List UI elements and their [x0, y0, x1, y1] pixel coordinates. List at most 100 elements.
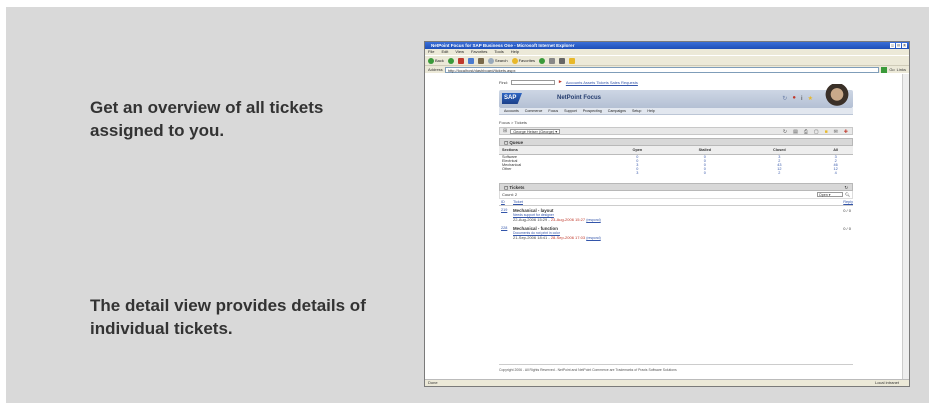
- ticket-dates: 22-Aug-2006 15:29 - 23-Aug-2006 15:27 (r…: [513, 217, 601, 222]
- detail-caption: The detail view provides details of indi…: [90, 296, 366, 338]
- status-select[interactable]: Open ▾: [816, 191, 843, 197]
- queue-table: Sections Open Stalled Closed All Softwar…: [499, 146, 853, 175]
- refresh-icon[interactable]: [467, 57, 474, 64]
- find-input[interactable]: [510, 79, 555, 85]
- ticket-row[interactable]: 228 Mechanical - function Documents do n…: [499, 224, 853, 242]
- minimize-button[interactable]: _: [890, 43, 895, 48]
- go-icon[interactable]: [881, 66, 888, 73]
- respond-link[interactable]: (respond): [586, 236, 601, 240]
- action-icons: ↻ ▤ ⎙ ▢ ■ ✉ ✚: [783, 129, 848, 135]
- app-container: Find: ► Accounts Assets Tickets Sales Re…: [499, 74, 853, 372]
- tools-icon[interactable]: ✚: [844, 129, 848, 135]
- info-icon[interactable]: ⅰ: [801, 95, 803, 102]
- queue-all-link[interactable]: 4: [815, 171, 853, 175]
- col-reply[interactable]: Reply: [814, 198, 853, 206]
- ticket-row[interactable]: 219 Mechanical - layout Needs support fo…: [499, 206, 853, 225]
- nav-focus[interactable]: Focus: [548, 108, 558, 114]
- queue-section: [499, 171, 605, 175]
- print-icon[interactable]: [559, 57, 566, 64]
- nav-prospecting[interactable]: Prospecting: [583, 108, 602, 114]
- folder-icon[interactable]: [569, 57, 576, 64]
- favorites-button[interactable]: Favorites: [511, 57, 535, 64]
- back-button[interactable]: Back: [428, 57, 444, 64]
- tickets-title: Tickets: [509, 184, 525, 190]
- vertical-scrollbar[interactable]: [902, 74, 909, 380]
- menu-favorites[interactable]: Favorites: [471, 49, 487, 55]
- user-select-row: ⊞ George Heiser (George) ▾ ↻ ▤ ⎙ ▢ ■ ✉ ✚: [499, 127, 853, 135]
- stop-icon[interactable]: [457, 57, 464, 64]
- ticket-id-link[interactable]: 219: [499, 206, 511, 225]
- document-icon[interactable]: ▢: [814, 129, 819, 135]
- nav-support[interactable]: Support: [564, 108, 577, 114]
- nav-campaigns[interactable]: Campaigns: [608, 108, 626, 114]
- window-title: NetPoint Focus for SAP Business One - Mi…: [431, 43, 575, 48]
- ticket-id-link[interactable]: 228: [499, 224, 511, 242]
- queue-total-row: 3 0 2 4: [499, 171, 853, 175]
- browser-toolbar: Back Search Favorites: [425, 55, 909, 65]
- menu-help[interactable]: Help: [511, 49, 519, 55]
- find-arrow-icon[interactable]: ►: [558, 79, 563, 85]
- queue-open-link[interactable]: 3: [605, 171, 666, 175]
- tickets-count-row: Count: 2 Open ▾ 🔍︎: [499, 190, 853, 199]
- folder-icon[interactable]: ■: [825, 129, 828, 135]
- user-select[interactable]: George Heiser (George) ▾: [510, 128, 561, 134]
- ticket-dates: 21-Sep-2006 18:41 - 28-Sep-2006 17:03 (r…: [513, 235, 601, 240]
- alert-icon[interactable]: ●: [792, 95, 796, 102]
- ticket-reply-count: 0 / 0: [843, 226, 851, 231]
- menu-edit[interactable]: Edit: [441, 49, 448, 55]
- app-title: NetPoint Focus: [557, 95, 602, 101]
- star-icon[interactable]: ★: [808, 95, 813, 102]
- menu-view[interactable]: View: [455, 49, 464, 55]
- queue-stalled-link[interactable]: 0: [666, 171, 740, 175]
- status-filter: Open ▾ 🔍︎: [816, 191, 850, 197]
- search-button[interactable]: Search: [487, 57, 508, 64]
- app-header: SAP NetPoint Focus ↻ ● ⅰ ★: [499, 84, 853, 110]
- nav-accounts[interactable]: Accounts: [504, 108, 519, 114]
- tickets-count: Count: 2: [502, 191, 518, 197]
- mail-icon[interactable]: [549, 57, 556, 64]
- user-icon: ⊞: [503, 128, 508, 134]
- ticket-info: Mechanical - function Documents do not p…: [511, 224, 814, 242]
- find-label: Find:: [499, 79, 508, 85]
- respond-link[interactable]: (respond): [586, 218, 601, 222]
- nav-help[interactable]: Help: [647, 108, 654, 114]
- refresh-icon[interactable]: ↻: [844, 184, 848, 191]
- col-open: Open: [605, 146, 667, 155]
- forward-arrow-icon[interactable]: [447, 57, 454, 64]
- queue-closed-link[interactable]: 2: [740, 171, 815, 175]
- address-bar: Address http://localhost/dashboard/ticke…: [425, 65, 909, 73]
- back-arrow-icon: [428, 57, 434, 64]
- maximize-button[interactable]: □: [896, 43, 901, 48]
- search-icon: [487, 57, 494, 64]
- queue-header-row: Sections Open Stalled Closed All: [499, 146, 853, 155]
- header-icons: ↻ ● ⅰ ★: [782, 95, 813, 102]
- status-text: Done: [428, 380, 438, 385]
- security-zone: Local intranet: [874, 380, 899, 385]
- home-icon[interactable]: [477, 57, 484, 64]
- find-links[interactable]: Accounts Assets Tickets Sales Requests: [566, 80, 638, 85]
- col-closed: Closed: [740, 146, 816, 155]
- mail-icon[interactable]: ✉: [834, 129, 838, 135]
- refresh-icon[interactable]: ↻: [782, 95, 787, 102]
- history-icon[interactable]: [539, 57, 546, 64]
- links-button[interactable]: Links: [897, 67, 906, 72]
- tickets-section-header[interactable]: ▢ Tickets ↻: [499, 182, 853, 191]
- refresh-icon[interactable]: ↻: [783, 129, 787, 135]
- calendar-icon[interactable]: ▤: [793, 129, 798, 135]
- nav-commerce[interactable]: Commerce: [525, 108, 543, 114]
- nav-setup[interactable]: Setup: [632, 108, 641, 114]
- col-id[interactable]: ID: [499, 198, 511, 206]
- go-button[interactable]: Go: [889, 67, 894, 72]
- close-button[interactable]: ×: [902, 43, 907, 48]
- menu-tools[interactable]: Tools: [494, 49, 503, 55]
- page-footer: Copyright 2006 - All Rights Reserved - N…: [499, 364, 853, 372]
- app-nav: Accounts Commerce Focus Support Prospect…: [499, 108, 853, 115]
- queue-title: Queue: [509, 140, 524, 145]
- col-ticket[interactable]: Ticket: [511, 198, 815, 206]
- overview-caption: Get an overview of all tickets assigned …: [90, 98, 324, 140]
- address-input[interactable]: http://localhost/dashboard/tickets.aspx: [444, 66, 880, 73]
- menu-file[interactable]: File: [428, 49, 434, 55]
- print-icon[interactable]: ⎙: [804, 129, 808, 135]
- queue-section-header[interactable]: ▢ Queue: [499, 138, 853, 146]
- search-icon[interactable]: 🔍︎: [845, 192, 850, 197]
